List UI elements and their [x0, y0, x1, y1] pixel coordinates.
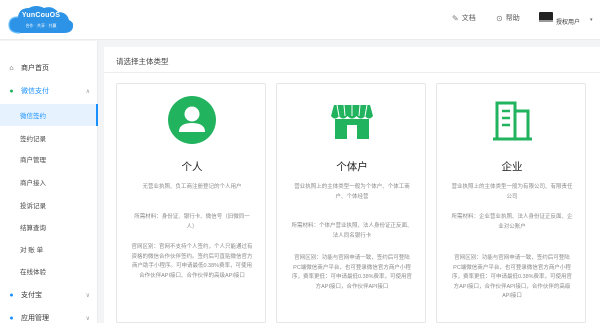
main-panel: 请选择主体类型 个人 无营业执照、负工商注册登记的个人用户 所需材料：身份证、银… — [104, 47, 600, 323]
sidebar-subitem-statement[interactable]: 对 账 单 — [0, 238, 98, 260]
card-materials: 所需材料：身份证、银行卡、微信号（旧微同一人） — [134, 214, 250, 230]
sidebar-subitem-settlement[interactable]: 结算查询 — [0, 216, 98, 238]
document-icon: ✎ — [452, 13, 459, 23]
card-title: 企业 — [501, 161, 523, 173]
sidebar-subitem-online-demo[interactable]: 在线体验 — [0, 260, 98, 282]
brand-logo[interactable]: YunCouOS 合作 · 共享 · 共赢 — [6, 3, 76, 37]
card-materials: 所需材料：企业营业执照、法人身份证正反面、企业对公账户 — [451, 214, 573, 230]
divider — [104, 72, 600, 73]
entity-card-personal[interactable]: 个人 无营业执照、负工商注册登记的个人用户 所需材料：身份证、银行卡、微信号（旧… — [116, 83, 266, 323]
card-notes: 官网区别：功能与官网申请一致，签约后可登陆PC端微信商户平台，也可登录微信官方商… — [451, 255, 573, 299]
sidebar-item-label: 微信支付 — [21, 88, 49, 95]
docs-link[interactable]: ✎ 文档 — [452, 13, 476, 23]
card-description: 营业执照上的主体类型一般为个体户、个体工商户、个体经营 — [294, 184, 410, 200]
help-label: 帮助 — [505, 15, 520, 22]
card-notes: 官网区别：功能与官网申请一致，签约后可登陆PC端微信商户平台，也可登录微信官方商… — [291, 255, 413, 290]
sidebar-subitem-wechat-sign[interactable]: 微信签约 — [0, 104, 98, 126]
chevron-down-icon: ∨ — [85, 292, 90, 299]
chevron-up-icon: ∧ — [85, 88, 90, 95]
sidebar-item-alipay[interactable]: ● 支付宝 ∨ — [0, 284, 98, 306]
person-icon — [167, 95, 217, 145]
sidebar-item-home[interactable]: ⌂ 商户首页 — [0, 57, 98, 79]
chevron-down-icon: ∨ — [85, 315, 90, 322]
sidebar-item-label: 商户首页 — [21, 65, 49, 72]
card-notes: 官网区别：官网不支持个人签约，个人只能通过有资格的微信合作伙伴签约。签约后可直贴… — [131, 244, 253, 279]
user-menu[interactable]: 授权用户 ▾ — [536, 8, 598, 32]
page-title: 请选择主体类型 — [116, 57, 169, 66]
sidebar-subitem-complaints[interactable]: 投诉记录 — [0, 194, 98, 216]
card-title: 个人 — [181, 161, 203, 173]
app-icon: ● — [9, 314, 14, 322]
card-materials: 所需材料：个体户营业执照、法人身份证正反面、法人同名银行卡 — [291, 223, 413, 239]
building-icon — [487, 95, 537, 145]
wechat-pay-icon: ● — [9, 87, 14, 95]
help-icon: ⊙ — [496, 13, 503, 23]
sidebar-subitem-merchant-manage[interactable]: 商户管理 — [0, 148, 98, 170]
entity-card-enterprise[interactable]: 企业 营业执照上的主体类型一般为有限公司、有限责任公司 所需材料：企业营业执照、… — [436, 83, 586, 323]
card-description: 无营业执照、负工商注册登记的个人用户 — [142, 184, 242, 190]
entity-card-individual-business[interactable]: 个体户 营业执照上的主体类型一般为个体户、个体工商户、个体经营 所需材料：个体户… — [276, 83, 426, 323]
avatar — [539, 12, 553, 22]
sidebar-item-wechat-pay[interactable]: ● 微信支付 ∧ — [0, 80, 98, 102]
card-title: 个体户 — [336, 161, 368, 173]
top-header: YunCouOS 合作 · 共享 · 共赢 ✎ 文档 ⊙ 帮助 授权用户 ▾ — [0, 0, 600, 40]
sidebar-subitem-merchant-access[interactable]: 商户接入 — [0, 171, 98, 193]
sidebar: ⌂ 商户首页 ● 微信支付 ∧ 微信签约 签约记录 商户管理 商户接入 投诉记录… — [0, 41, 98, 323]
home-icon: ⌂ — [9, 64, 14, 72]
sidebar-item-label: 支付宝 — [21, 292, 42, 299]
docs-label: 文档 — [461, 15, 476, 22]
cloud-logo-icon — [8, 6, 74, 34]
chevron-down-icon: ▾ — [590, 17, 593, 23]
sidebar-item-label: 应用管理 — [21, 315, 49, 322]
logo-tagline: 合作 · 共享 · 共赢 — [25, 23, 57, 28]
sidebar-subitem-sign-records[interactable]: 签约记录 — [0, 127, 98, 149]
help-link[interactable]: ⊙ 帮助 — [496, 13, 520, 23]
sidebar-item-app-manage[interactable]: ● 应用管理 ∨ — [0, 307, 98, 323]
alipay-icon: ● — [9, 291, 14, 299]
logo-text: YunCouOS — [21, 12, 61, 19]
card-description: 营业执照上的主体类型一般为有限公司、有限责任公司 — [451, 184, 573, 200]
storefront-icon — [327, 95, 377, 145]
username: 授权用户 — [556, 20, 581, 26]
